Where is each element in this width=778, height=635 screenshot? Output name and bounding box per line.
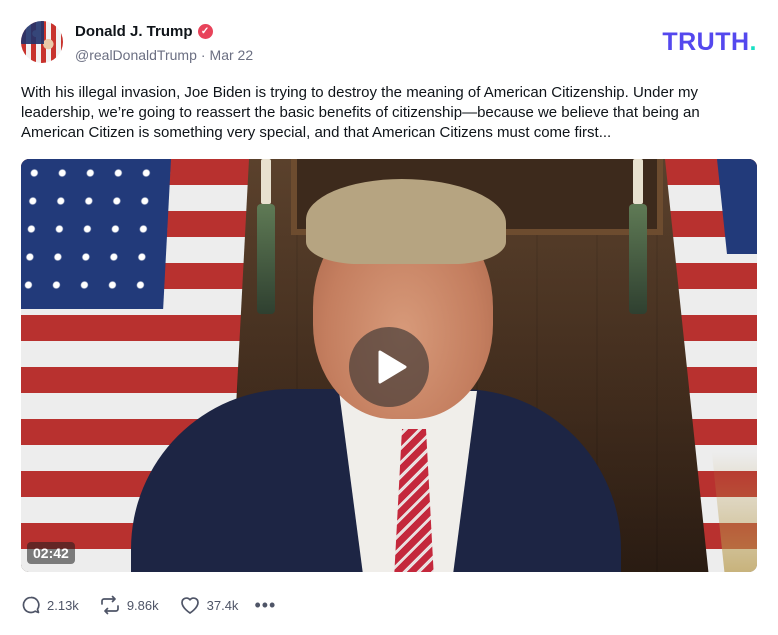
separator-dot: ·: [200, 47, 206, 63]
heart-icon: [180, 597, 199, 614]
candle-holder: [629, 204, 647, 314]
avatar[interactable]: [21, 21, 63, 63]
play-icon: [378, 350, 407, 384]
video-duration: 02:42: [27, 542, 75, 564]
video-player[interactable]: 02:42: [21, 159, 757, 572]
like-count: 37.4k: [206, 597, 239, 613]
candle: [633, 159, 643, 204]
post-date[interactable]: Mar 22: [210, 47, 254, 63]
verified-badge-icon: ✓: [197, 24, 213, 39]
flag-canton: [717, 159, 757, 254]
like-button[interactable]: 37.4k: [179, 595, 239, 615]
reply-button[interactable]: 2.13k: [21, 595, 79, 615]
author-name-row: Donald J. Trump ✓: [75, 23, 213, 40]
retruth-icon: [100, 595, 119, 615]
reply-count: 2.13k: [47, 597, 79, 613]
post-text: With his illegal invasion, Joe Biden is …: [21, 84, 700, 141]
author-meta: @realDonaldTrump · Mar 22: [75, 47, 253, 63]
reply-icon: [22, 596, 40, 614]
logo-dot: .: [749, 28, 757, 56]
post-actions: 2.13k 9.86k 37.4k •••: [21, 592, 276, 618]
candle: [261, 159, 271, 204]
more-dots-icon[interactable]: •••: [254, 595, 276, 616]
flag-fringe: [711, 452, 757, 572]
flag-canton: [21, 159, 171, 309]
retruth-count: 9.86k: [126, 597, 159, 613]
author-name[interactable]: Donald J. Trump: [75, 23, 193, 40]
author-handle[interactable]: @realDonaldTrump: [75, 47, 197, 63]
post-header: Donald J. Trump ✓ @realDonaldTrump · Mar 2…: [21, 21, 757, 65]
retruth-button[interactable]: 9.86k: [99, 595, 159, 615]
speaker-hair: [306, 179, 506, 264]
logo-text: TRUTH: [662, 28, 750, 56]
truth-logo[interactable]: TRUTH.: [662, 28, 757, 57]
play-button[interactable]: [349, 327, 429, 407]
candle-holder: [257, 204, 275, 314]
